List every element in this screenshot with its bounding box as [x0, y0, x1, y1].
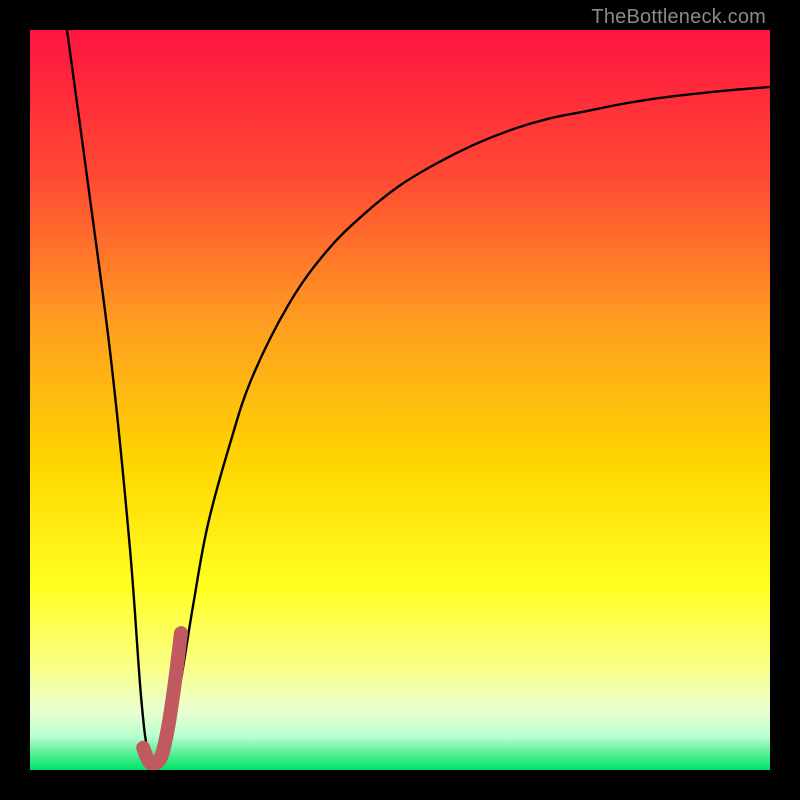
chart-frame: TheBottleneck.com — [0, 0, 800, 800]
attribution-text: TheBottleneck.com — [591, 6, 766, 29]
chart-plot-area — [30, 30, 770, 770]
chart-svg — [30, 30, 770, 770]
chart-background-gradient — [30, 30, 770, 770]
